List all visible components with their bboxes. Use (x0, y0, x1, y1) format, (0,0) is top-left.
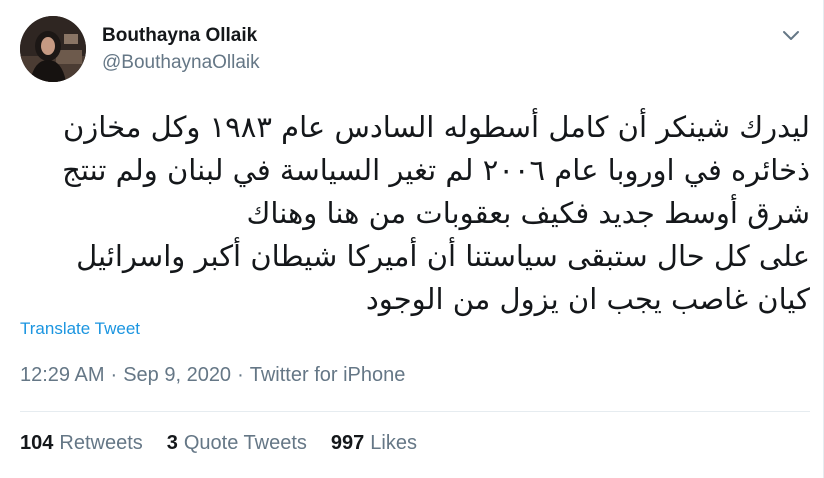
tweet-time[interactable]: 12:29 AM (20, 364, 105, 387)
user-handle[interactable]: @BouthaynaOllaik (102, 52, 260, 74)
tweet-card: Bouthayna Ollaik @BouthaynaOllaik ليدرك … (0, 0, 824, 478)
quote-tweets-count: 3 (166, 432, 178, 454)
tweet-text-line: كيان غاصب يجب ان يزول من الوجود (365, 282, 810, 316)
likes-stat[interactable]: 997 Likes (331, 432, 417, 455)
tweet-date[interactable]: Sep 9, 2020 (123, 364, 231, 387)
tweet-text: ليدرك شينكر أن كامل أسطوله السادس عام ١٩… (20, 106, 810, 321)
avatar[interactable] (20, 16, 86, 82)
meta-separator: · (110, 364, 118, 386)
tweet-source[interactable]: Twitter for iPhone (250, 364, 406, 387)
likes-count: 997 (330, 432, 365, 454)
retweets-stat[interactable]: 104 Retweets (20, 432, 143, 455)
chevron-down-icon[interactable] (778, 22, 804, 48)
retweets-label: Retweets (59, 432, 143, 454)
translate-tweet-link[interactable]: Translate Tweet (20, 319, 140, 339)
quote-tweets-label: Quote Tweets (183, 432, 307, 454)
meta-separator: · (237, 364, 244, 386)
divider (20, 411, 810, 412)
tweet-meta: 12:29 AM · Sep 9, 2020 · Twitter for iPhone (20, 364, 405, 387)
tweet-text-line: ذخائره في اوروبا عام ٢٠٠٦ لم تغير السياس… (62, 153, 810, 187)
profile-photo-icon (20, 16, 86, 82)
display-name[interactable]: Bouthayna Ollaik (102, 25, 257, 47)
tweet-stats: 104 Retweets 3 Quote Tweets 997 Likes (20, 432, 441, 455)
tweet-text-line: ليدرك شينكر أن كامل أسطوله السادس عام ١٩… (63, 110, 810, 144)
tweet-text-line: شرق أوسط جديد فكيف بعقوبات من هنا وهناك (246, 196, 810, 230)
tweet-text-line: على كل حال ستبقى سياستنا أن أميركا شيطان… (76, 239, 810, 273)
likes-label: Likes (370, 432, 417, 454)
retweets-count: 104 (20, 432, 54, 454)
quote-tweets-stat[interactable]: 3 Quote Tweets (167, 432, 307, 455)
